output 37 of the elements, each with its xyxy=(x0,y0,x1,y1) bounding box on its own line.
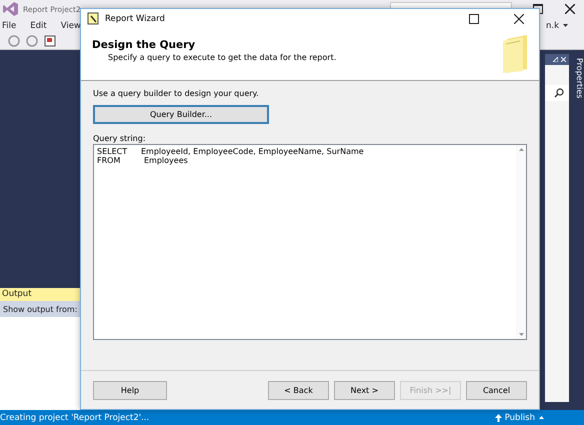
scroll-down-icon[interactable] xyxy=(518,333,524,336)
menu-item[interactable]: Edit xyxy=(30,20,47,30)
notepad-icon xyxy=(503,35,529,73)
close-icon xyxy=(514,14,524,24)
pin-icon[interactable] xyxy=(553,57,558,62)
field-label: Query string: xyxy=(93,134,147,143)
menu-item[interactable]: File xyxy=(2,20,16,30)
caret-icon[interactable] xyxy=(563,24,568,27)
scroll-up-icon[interactable] xyxy=(518,148,524,151)
page-subtitle: Specify a query to execute to get the data for the report. xyxy=(107,52,336,62)
dialog-title: Report Wizard xyxy=(105,14,165,24)
field-label: Show output from: xyxy=(3,304,78,314)
footer-button[interactable]: Next > xyxy=(334,380,395,400)
new-project-icon[interactable] xyxy=(44,34,58,48)
query-builder-button[interactable]: Query Builder... xyxy=(93,105,269,124)
footer-button[interactable]: Cancel xyxy=(466,380,527,400)
instruction-text: Use a query builder to design your query. xyxy=(93,89,260,98)
search-icon[interactable] xyxy=(554,88,564,98)
close-icon xyxy=(565,4,575,14)
footer-button[interactable]: Help xyxy=(93,380,167,400)
menu-item[interactable]: View xyxy=(60,20,81,30)
query-line: SELECT EmployeeId, EmployeeCode, EmployeeName, SurName xyxy=(97,147,365,156)
publish-button[interactable]: Publish xyxy=(504,412,535,422)
close-icon[interactable] xyxy=(561,57,566,62)
user-name[interactable]: n.k xyxy=(546,20,559,30)
side-tab[interactable]: Properties xyxy=(572,54,584,108)
query-line: FROM Employees xyxy=(97,156,189,165)
status-message: Creating project 'Report Project2'... xyxy=(0,412,150,422)
panel-title: Output xyxy=(0,288,80,301)
query-text-area[interactable]: SELECT EmployeeId, EmployeeCode, EmployeeName, SurName FROM Employees xyxy=(93,144,527,340)
wizard-icon xyxy=(87,12,100,25)
maximize-icon xyxy=(469,14,479,24)
page-heading: Design the Query xyxy=(92,38,196,50)
upload-arrow-icon xyxy=(494,414,502,422)
footer-button[interactable]: < Back xyxy=(268,380,329,400)
scrollbar[interactable] xyxy=(516,145,526,339)
app-logo-icon xyxy=(3,1,19,17)
